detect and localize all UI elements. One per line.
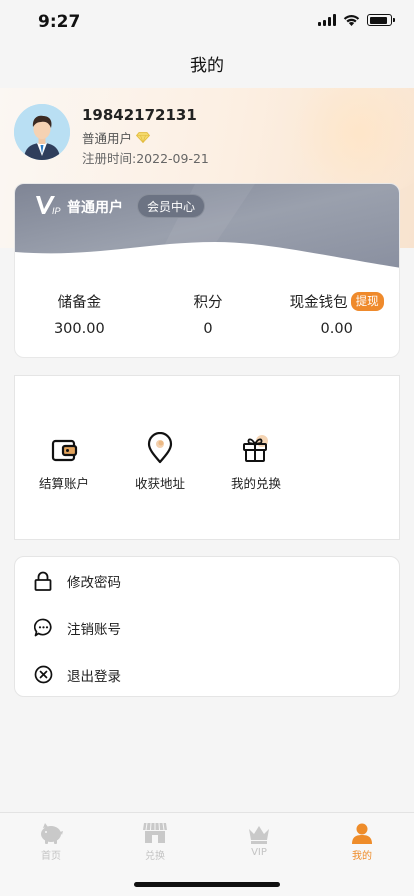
diamond-icon [136, 132, 151, 143]
user-level: 普通用户 [82, 128, 151, 147]
crown-icon [249, 826, 269, 844]
tab-label: 我的 [352, 851, 372, 862]
avatar[interactable] [14, 104, 70, 160]
registration-label: 注册时间: [82, 151, 137, 166]
tab-home[interactable]: 首页 [16, 820, 86, 862]
user-level-label: 普通用户 [82, 131, 133, 146]
tab-vip[interactable]: VIP [224, 820, 294, 858]
tab-mine[interactable]: 我的 [327, 820, 397, 862]
tab-label: 兑换 [145, 851, 165, 862]
status-time: 9:27 [38, 12, 81, 32]
settings-list: 修改密码 注销账号 退出登录 [14, 556, 400, 697]
stat-label: 积分 [193, 294, 223, 311]
tab-label: VIP [251, 847, 267, 858]
list-item-logout[interactable]: 退出登录 [15, 651, 401, 698]
services-grid: 结算账户 收获地址 我的兑换 [14, 375, 400, 540]
stat-value: 0 [203, 321, 213, 337]
home-indicator [134, 882, 280, 887]
wifi-icon [343, 15, 360, 26]
tab-label: 首页 [41, 851, 61, 862]
stat-label: 现金钱包 [289, 294, 348, 311]
list-label: 退出登录 [67, 668, 121, 685]
registration-time: 注册时间:2022-09-21 [82, 148, 209, 167]
withdraw-button[interactable]: 提现 [350, 291, 384, 311]
grid-item-shipping-address[interactable]: 收获地址 [115, 428, 205, 492]
stat-value: 0.00 [320, 321, 353, 337]
grid-label: 收获地址 [134, 476, 185, 491]
svg-text:IP: IP [52, 206, 61, 216]
stat-value: 300.00 [53, 321, 105, 337]
vip-level-title: 普通用户 [67, 200, 123, 216]
stat-points[interactable]: 积分 0 [144, 290, 273, 338]
avatar-image [14, 104, 70, 160]
list-item-change-password[interactable]: 修改密码 [15, 557, 401, 604]
close-circle-icon [34, 665, 52, 684]
stat-label: 储备金 [57, 294, 102, 311]
grid-item-settlement-account[interactable]: 结算账户 [19, 428, 109, 492]
shop-icon [143, 822, 167, 843]
user-phone: 19842172131 [82, 106, 197, 124]
piggy-bank-icon [41, 823, 63, 844]
header-decoration [274, 88, 414, 198]
chat-bubble-icon [33, 618, 52, 637]
stat-reserve[interactable]: 储备金 300.00 [15, 290, 144, 338]
gift-icon [243, 435, 268, 462]
grid-label: 结算账户 [38, 476, 89, 491]
tab-exchange[interactable]: 兑换 [120, 820, 190, 862]
stats-row: 储备金 300.00 积分 0 现金钱包 提现 0.00 [15, 290, 399, 338]
registration-date: 2022-09-21 [136, 151, 209, 166]
person-icon [352, 823, 372, 844]
vip-logo-icon: IP [36, 196, 61, 216]
page-title: 我的 [190, 56, 224, 76]
lock-icon [34, 571, 52, 591]
nav-bar: 我的 [0, 44, 414, 88]
grid-label: 我的兑换 [230, 476, 281, 491]
battery-icon [367, 14, 395, 26]
battery-level [369, 16, 387, 24]
vip-card: IP 普通用户 会员中心 储备金 300.00 积分 0 现金钱包 提现 0.0… [14, 183, 400, 358]
list-label: 修改密码 [67, 574, 121, 591]
location-pin-icon [147, 432, 173, 464]
member-center-button[interactable]: 会员中心 [137, 194, 206, 218]
status-icons [318, 14, 395, 26]
list-item-cancel-account[interactable]: 注销账号 [15, 604, 401, 651]
signal-icon [318, 14, 336, 26]
status-bar: 9:27 [0, 0, 414, 44]
wallet-icon [51, 439, 78, 462]
stat-cash-wallet[interactable]: 现金钱包 提现 0.00 [272, 290, 399, 337]
grid-item-my-redemptions[interactable]: 我的兑换 [211, 428, 301, 492]
list-label: 注销账号 [67, 621, 121, 638]
